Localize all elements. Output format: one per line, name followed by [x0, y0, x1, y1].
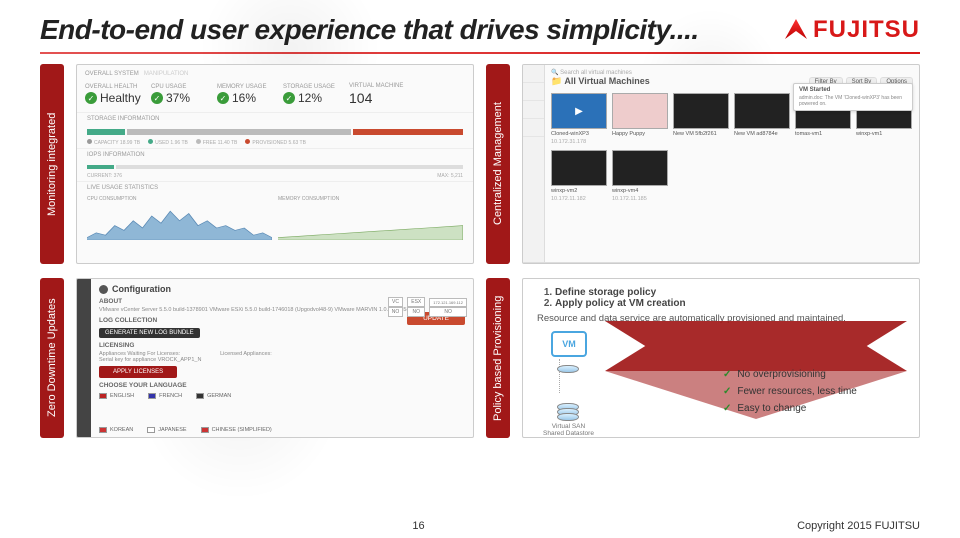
network-diagram: VCNO ESXNO 172.121.169.112NO [388, 297, 467, 317]
vm-count: 104 [349, 90, 409, 106]
monitoring-panel: OVERALL SYSTEM MANIPULATION OVERALL HEAL… [76, 64, 474, 264]
benefit-item: ✓No overprovisioning [723, 369, 857, 380]
tab-centralized: Centralized Management [486, 64, 510, 264]
benefits-list: ✓No overprovisioning ✓Fewer resources, le… [723, 369, 857, 420]
zero-downtime-panel: Configuration ABOUT VMware vCenter Serve… [76, 278, 474, 438]
vm-thumb[interactable]: Happy Puppy [612, 93, 668, 145]
vm-started-popup: VM Started admin.doc: The VM 'Cloned-win… [793, 83, 913, 111]
tab-zero-downtime: Zero Downtime Updates [40, 278, 64, 438]
vm-thumb[interactable]: winxp-vm410.172.11.185 [612, 150, 668, 202]
language-option[interactable]: GERMAN [196, 393, 231, 399]
vm-thumb[interactable]: winxp-vm210.172.11.182 [551, 150, 607, 202]
language-option[interactable]: FRENCH [148, 393, 182, 399]
tab-policy: Policy based Provisioning [486, 278, 510, 438]
live-section: LIVE USAGE STATISTICS [77, 181, 473, 194]
language-option[interactable]: KOREAN [99, 427, 133, 433]
vm-thumb[interactable]: ▶Cloned-winXP310.172.31.178 [551, 93, 607, 145]
language-option[interactable]: ENGLISH [99, 393, 134, 399]
health-value: Healthy [100, 91, 141, 105]
cpu-value: 37% [166, 91, 190, 105]
policy-panel: Define storage policy Apply policy at VM… [522, 278, 920, 438]
policy-step-1: Define storage policy [555, 287, 656, 298]
header-divider [40, 52, 920, 54]
mem-value: 16% [232, 91, 256, 105]
policy-step-2: Apply policy at VM creation [555, 298, 686, 309]
breadcrumb: All Virtual Machines [564, 76, 649, 86]
vm-box: VM [551, 331, 587, 357]
metric-label: OVERALL HEALTH [85, 84, 145, 90]
gear-icon [99, 285, 108, 294]
check-icon: ✓ [85, 92, 97, 104]
fujitsu-logo: FUJITSU [785, 16, 920, 44]
language-option[interactable]: JAPANESE [147, 427, 186, 433]
apply-licenses-button[interactable]: APPLY LICENSES [99, 366, 177, 378]
language-option[interactable]: CHINESE (SIMPLIFIED) [201, 427, 272, 433]
datastore-icon: Virtual SANShared Datastore [543, 401, 594, 437]
storage-section: STORAGE INFORMATION [77, 112, 473, 125]
cm-sidebar [523, 65, 545, 262]
vm-thumb[interactable]: New VM 5fb2f261 [673, 93, 729, 145]
iops-section: IOPS INFORMATION [77, 148, 473, 161]
benefit-item: ✓Fewer resources, less time [723, 386, 857, 397]
generate-log-button[interactable]: GENERATE NEW LOG BUNDLE [99, 328, 200, 338]
copyright: Copyright 2015 FUJITSU [797, 520, 920, 532]
tab-monitoring: Monitoring integrated [40, 64, 64, 264]
centralized-panel: 🔍 Search all virtual machines 📁 All Virt… [522, 64, 920, 264]
vm-thumb[interactable]: New VM ad8784e [734, 93, 790, 145]
storage-value: 12% [298, 91, 322, 105]
page-number: 16 [412, 520, 424, 532]
benefit-item: ✓Easy to change [723, 403, 857, 414]
